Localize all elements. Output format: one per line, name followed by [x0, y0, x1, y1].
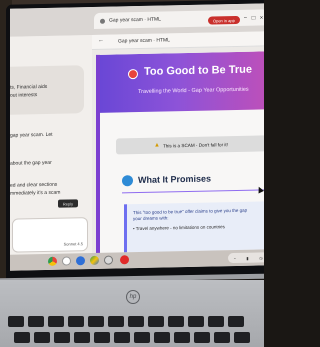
chat-text-line: mmediately it's a scam: [10, 189, 61, 197]
youtube-icon[interactable]: [120, 255, 129, 265]
chrome-icon[interactable]: [48, 256, 57, 266]
close-icon[interactable]: ×: [258, 15, 264, 22]
system-tray[interactable]: ◔ ▮ ◷: [228, 252, 264, 264]
keyboard-key: [174, 332, 190, 343]
keyboard-key: [94, 332, 110, 343]
time-icon: ◷: [259, 254, 263, 260]
keyboard-key: [108, 316, 124, 327]
keyboard-key: [148, 316, 164, 327]
wifi-icon: ◔: [233, 255, 236, 261]
keyboard-key: [114, 332, 130, 343]
keyboard-key: [88, 316, 104, 327]
keyboard-key: [188, 316, 204, 327]
globe-icon: [122, 175, 133, 187]
chat-panel: ts, Financial aids out interests gap yea…: [10, 34, 92, 264]
chat-text-line: ts, Financial aids: [10, 83, 48, 91]
battery-icon: ▮: [246, 255, 249, 261]
prohibited-icon: [128, 69, 138, 80]
keyboard-key: [234, 332, 250, 343]
minimize-icon[interactable]: −: [242, 16, 249, 23]
tab-favicon-icon: [100, 18, 105, 24]
play-store-icon[interactable]: [62, 256, 71, 266]
laptop-display: Gap year scam · HTML Open in app − □ × t…: [10, 3, 264, 271]
warning-icon: ▲: [154, 142, 160, 149]
maximize-icon[interactable]: □: [250, 16, 257, 23]
model-selector[interactable]: Sonnet 4.5: [64, 241, 83, 246]
chat-input[interactable]: Sonnet 4.5: [12, 217, 88, 253]
keyboard-key: [134, 332, 150, 343]
artifact-viewer-bar: ← Gap year scam · HTML: [92, 31, 264, 50]
promise-item-text: Travel anywhere - no limitations on coun…: [135, 224, 225, 232]
section-divider: [122, 189, 264, 194]
artifact-title: Gap year scam · HTML: [118, 37, 170, 45]
keyboard-row: [8, 316, 264, 327]
hero-banner: Too Good to Be True Travelling the World…: [100, 51, 264, 113]
keyboard-key: [214, 332, 230, 343]
keyboard-key: [74, 332, 90, 343]
open-in-app-button[interactable]: Open in app: [208, 15, 240, 25]
reply-button[interactable]: Reply: [58, 199, 78, 208]
scam-warning-banner: ▲ This is a SCAM - Don't fall for it!: [116, 135, 264, 155]
artifact-preview: Too Good to Be True Travelling the World…: [96, 51, 264, 255]
keyboard-row: [14, 332, 264, 343]
hero-title: Too Good to Be True: [144, 63, 252, 78]
chat-text-line: out interests: [10, 92, 38, 99]
settings-icon[interactable]: [104, 255, 113, 265]
keyboard-key: [128, 316, 144, 327]
hp-logo: hp: [126, 290, 140, 304]
keyboard-key: [168, 316, 184, 327]
keyboard-key: [208, 316, 224, 327]
section-heading: What It Promises: [138, 173, 212, 186]
keyboard-key: [28, 316, 44, 327]
tab-title: Gap year scam · HTML: [109, 16, 161, 24]
chat-text-line: ed and clear sections: [10, 181, 58, 189]
keyboard-key: [8, 316, 24, 327]
promises-callout: This "too good to be true" offer claims …: [124, 201, 264, 253]
keyboard-key: [54, 332, 70, 343]
keyboard-key: [68, 316, 84, 327]
hero-subtitle: Travelling the World - Gap Year Opportun…: [138, 86, 249, 96]
warning-text: This is a SCAM - Don't fall for it!: [163, 141, 228, 148]
keyboard-key: [194, 332, 210, 343]
keyboard-key: [14, 332, 30, 343]
promise-list-item: • Travel anywhere - no limitations on co…: [133, 224, 225, 232]
photo-scene: Gap year scam · HTML Open in app − □ × t…: [0, 0, 264, 347]
drive-icon[interactable]: [90, 255, 99, 266]
chat-text-line: about the gap year: [10, 159, 52, 167]
files-icon[interactable]: [76, 256, 85, 266]
keyboard-key: [48, 316, 64, 327]
keyboard-key: [34, 332, 50, 343]
keyboard-key: [154, 332, 170, 343]
keyboard-key: [228, 316, 244, 327]
back-arrow-icon[interactable]: ←: [98, 38, 104, 44]
chat-text-line: gap year scam. Let: [10, 131, 53, 139]
